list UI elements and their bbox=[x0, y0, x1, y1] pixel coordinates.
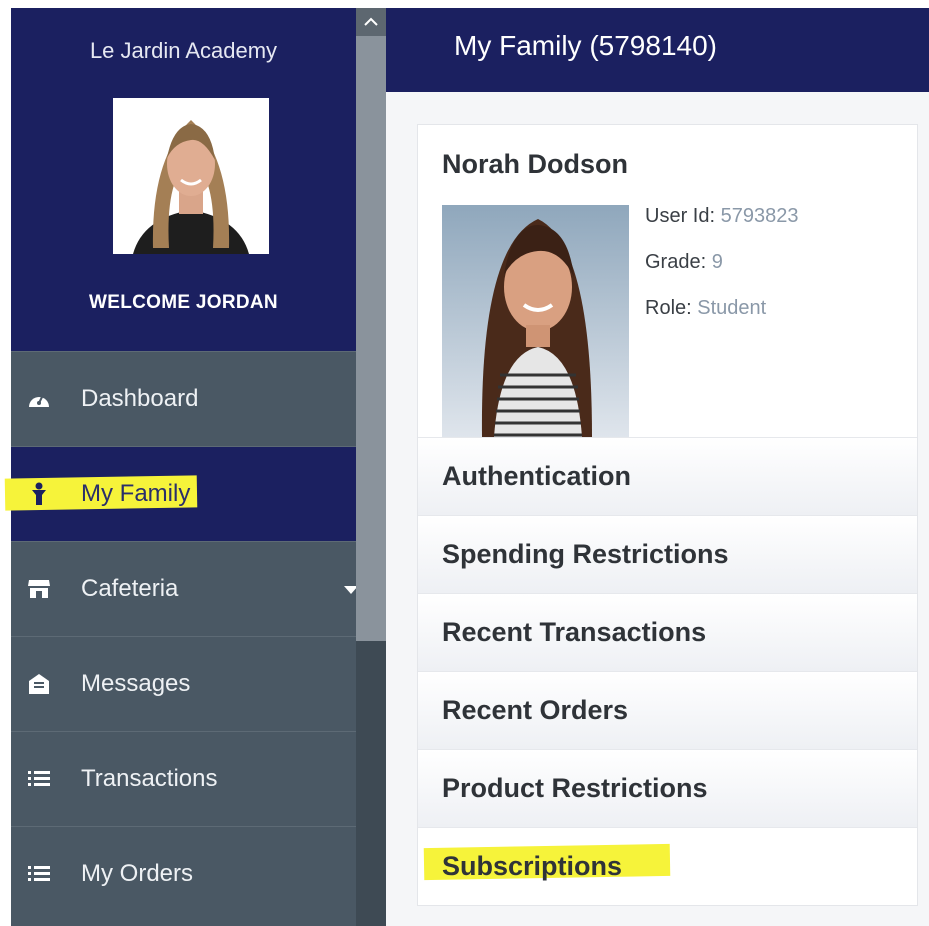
section-spending-restrictions[interactable]: Spending Restrictions bbox=[418, 515, 917, 593]
sidebar: Le Jardin Academy WELCOME JORDAN Dashboa… bbox=[4, 8, 358, 926]
user-id-label: User Id: bbox=[645, 205, 716, 227]
sidebar-item-label: Transactions bbox=[81, 765, 218, 792]
sidebar-item-transactions[interactable]: Transactions bbox=[11, 731, 356, 826]
sidebar-item-label: My Orders bbox=[81, 860, 194, 887]
sidebar-scrollbar[interactable] bbox=[356, 8, 386, 926]
section-product-restrictions[interactable]: Product Restrictions bbox=[418, 749, 917, 827]
welcome-text: WELCOME JORDAN bbox=[89, 292, 278, 313]
section-recent-transactions[interactable]: Recent Transactions bbox=[418, 593, 917, 671]
section-label: Spending Restrictions bbox=[442, 539, 729, 569]
student-card: Norah Dodson User Id: 5793823 Grade: 9 R… bbox=[417, 124, 918, 906]
section-subscriptions[interactable]: Subscriptions bbox=[418, 827, 917, 905]
section-recent-orders[interactable]: Recent Orders bbox=[418, 671, 917, 749]
list-icon bbox=[27, 862, 51, 886]
section-label: Recent Orders bbox=[442, 695, 629, 725]
sidebar-item-my-family[interactable]: My Family bbox=[4, 446, 356, 541]
section-authentication[interactable]: Authentication bbox=[418, 437, 917, 515]
sidebar-item-label: Dashboard bbox=[81, 385, 199, 412]
section-label: Authentication bbox=[442, 461, 631, 491]
role-value: Student bbox=[697, 297, 767, 319]
page-title: My Family (5798140) bbox=[454, 30, 717, 61]
sidebar-item-label: Cafeteria bbox=[81, 575, 179, 602]
sidebar-item-my-orders[interactable]: My Orders bbox=[11, 826, 356, 921]
parent-avatar bbox=[113, 98, 269, 254]
school-name: Le Jardin Academy bbox=[89, 38, 278, 63]
student-info: User Id: 5793823 Grade: 9 Role: Student bbox=[645, 205, 798, 343]
sidebar-menu: Dashboard My Family Cafeteria Messages T… bbox=[4, 351, 358, 921]
grade-value: 9 bbox=[711, 251, 723, 273]
sidebar-item-label: Messages bbox=[81, 670, 191, 697]
scroll-up-arrow-icon[interactable] bbox=[356, 8, 386, 36]
section-label: Recent Transactions bbox=[442, 617, 707, 647]
sidebar-item-dashboard[interactable]: Dashboard bbox=[11, 351, 356, 446]
section-label: Subscriptions bbox=[442, 851, 623, 881]
page-header: My Family (5798140) bbox=[386, 8, 929, 92]
student-photo bbox=[442, 205, 629, 437]
sidebar-item-cafeteria[interactable]: Cafeteria bbox=[11, 541, 358, 636]
role-label: Role: bbox=[645, 297, 692, 319]
store-icon bbox=[27, 577, 51, 601]
user-id-row: User Id: 5793823 bbox=[645, 205, 798, 251]
sidebar-header: Le Jardin Academy WELCOME JORDAN bbox=[11, 8, 356, 351]
scroll-thumb[interactable] bbox=[356, 36, 386, 641]
sidebar-item-messages[interactable]: Messages bbox=[11, 636, 356, 731]
grade-row: Grade: 9 bbox=[645, 251, 798, 297]
role-row: Role: Student bbox=[645, 297, 798, 343]
family-icon bbox=[27, 482, 51, 506]
list-icon bbox=[27, 767, 51, 791]
grade-label: Grade: bbox=[645, 251, 707, 273]
dashboard-icon bbox=[27, 387, 51, 411]
user-id-value: 5793823 bbox=[720, 205, 799, 227]
envelope-icon bbox=[27, 672, 51, 696]
student-name: Norah Dodson bbox=[442, 149, 628, 179]
section-label: Product Restrictions bbox=[442, 773, 708, 803]
sidebar-item-label: My Family bbox=[81, 480, 191, 507]
